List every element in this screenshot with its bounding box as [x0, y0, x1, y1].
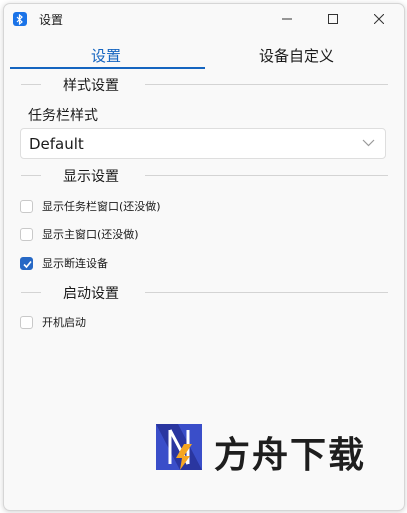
option-label: 显示断连设备: [42, 257, 108, 270]
section-style-title: 样式设置: [63, 78, 119, 94]
watermark-text: 方舟下载: [214, 435, 367, 476]
option-label: 显示任务栏窗口(还没做): [42, 200, 161, 213]
taskbar-style-value: Default: [29, 135, 84, 153]
taskbar-style-label: 任务栏样式: [28, 108, 98, 124]
bluetooth-icon: [13, 12, 27, 26]
watermark-logo-icon: [156, 424, 202, 470]
close-button[interactable]: [356, 4, 402, 34]
section-display-title: 显示设置: [63, 169, 119, 185]
maximize-icon: [328, 14, 338, 24]
active-tab-indicator: [10, 67, 205, 69]
settings-window: 设置 设置 设备自定义 样式设置 任务栏样式 Default 显示设置 显示任务…: [3, 3, 405, 511]
option-label: 开机启动: [42, 316, 86, 329]
window-title: 设置: [39, 13, 64, 27]
divider: [21, 84, 41, 85]
tab-settings[interactable]: 设置: [91, 45, 121, 66]
section-display-header: 显示设置: [19, 166, 388, 186]
tab-device-customization[interactable]: 设备自定义: [259, 45, 334, 66]
maximize-button[interactable]: [310, 4, 356, 34]
taskbar-style-select[interactable]: Default: [20, 128, 386, 159]
divider: [21, 175, 41, 176]
section-startup-title: 启动设置: [63, 286, 119, 302]
divider: [21, 292, 41, 293]
divider: [145, 175, 388, 176]
tab-bar: 设置 设备自定义: [4, 37, 404, 71]
divider: [145, 84, 388, 85]
section-startup-header: 启动设置: [19, 283, 388, 303]
checkmark-icon: [23, 260, 32, 269]
close-icon: [374, 14, 384, 24]
section-style-header: 样式设置: [19, 75, 388, 95]
checkbox[interactable]: [20, 228, 33, 241]
checkbox-checked[interactable]: [20, 257, 33, 270]
checkbox[interactable]: [20, 200, 33, 213]
minimize-icon: [282, 18, 292, 20]
chevron-down-icon: [362, 139, 375, 147]
divider: [145, 292, 388, 293]
option-label: 显示主窗口(还没做): [42, 228, 139, 241]
title-bar[interactable]: 设置: [4, 4, 404, 34]
minimize-button[interactable]: [264, 4, 310, 34]
checkbox[interactable]: [20, 316, 33, 329]
